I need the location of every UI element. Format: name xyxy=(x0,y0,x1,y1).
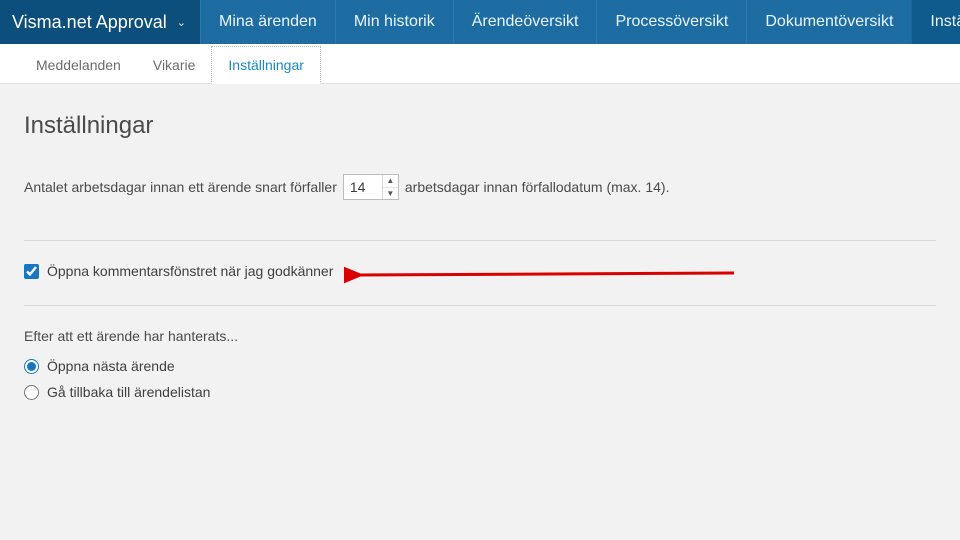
spinner-down-icon[interactable]: ▼ xyxy=(383,188,398,200)
after-handled-options: Öppna nästa ärende Gå tillbaka till ären… xyxy=(24,358,936,400)
brand-menu[interactable]: Visma.net Approval ⌄ xyxy=(0,0,200,44)
open-comment-on-approve-label[interactable]: Öppna kommentarsfönstret när jag godkänn… xyxy=(47,263,333,279)
radio-open-next: Öppna nästa ärende xyxy=(24,358,936,374)
subtab-vikarie[interactable]: Vikarie xyxy=(137,47,212,83)
radio-back-to-list: Gå tillbaka till ärendelistan xyxy=(24,384,936,400)
days-before-due-row: Antalet arbetsdagar innan ett ärende sna… xyxy=(24,174,936,200)
chevron-down-icon: ⌄ xyxy=(177,16,186,29)
nav-processoversikt[interactable]: Processöversikt xyxy=(596,0,746,44)
nav-installningar[interactable]: Inställningar xyxy=(911,0,960,44)
top-navbar: Visma.net Approval ⌄ Mina ärenden Min hi… xyxy=(0,0,960,44)
subtab-meddelanden[interactable]: Meddelanden xyxy=(20,47,137,83)
main-nav: Mina ärenden Min historik Ärendeöversikt… xyxy=(200,0,960,44)
subtab-installningar[interactable]: Inställningar xyxy=(211,46,321,84)
number-spinners: ▲ ▼ xyxy=(382,175,398,199)
nav-arendeoversikt[interactable]: Ärendeöversikt xyxy=(453,0,597,44)
open-comment-on-approve-row: Öppna kommentarsfönstret när jag godkänn… xyxy=(24,263,936,279)
divider xyxy=(24,240,936,241)
open-comment-on-approve-checkbox[interactable] xyxy=(24,264,39,279)
divider xyxy=(24,305,936,306)
nav-min-historik[interactable]: Min historik xyxy=(335,0,453,44)
content-area: Inställningar Antalet arbetsdagar innan … xyxy=(0,84,960,540)
days-number-input[interactable] xyxy=(344,175,382,199)
page-title: Inställningar xyxy=(24,112,936,140)
nav-dokumentoversikt[interactable]: Dokumentöversikt xyxy=(746,0,911,44)
radio-back-to-list-input[interactable] xyxy=(24,385,39,400)
brand-title: Visma.net Approval xyxy=(12,12,167,33)
subtab-bar: Meddelanden Vikarie Inställningar xyxy=(0,44,960,84)
annotation-arrow-icon xyxy=(344,264,744,286)
radio-back-to-list-label[interactable]: Gå tillbaka till ärendelistan xyxy=(47,384,210,400)
nav-mina-arenden[interactable]: Mina ärenden xyxy=(200,0,335,44)
spinner-up-icon[interactable]: ▲ xyxy=(383,175,398,188)
days-number-input-wrapper: ▲ ▼ xyxy=(343,174,399,200)
after-handled-heading: Efter att ett ärende har hanterats... xyxy=(24,328,936,344)
radio-open-next-label[interactable]: Öppna nästa ärende xyxy=(47,358,175,374)
days-label-before: Antalet arbetsdagar innan ett ärende sna… xyxy=(24,179,337,195)
days-label-after: arbetsdagar innan förfallodatum (max. 14… xyxy=(405,179,670,195)
radio-open-next-input[interactable] xyxy=(24,359,39,374)
